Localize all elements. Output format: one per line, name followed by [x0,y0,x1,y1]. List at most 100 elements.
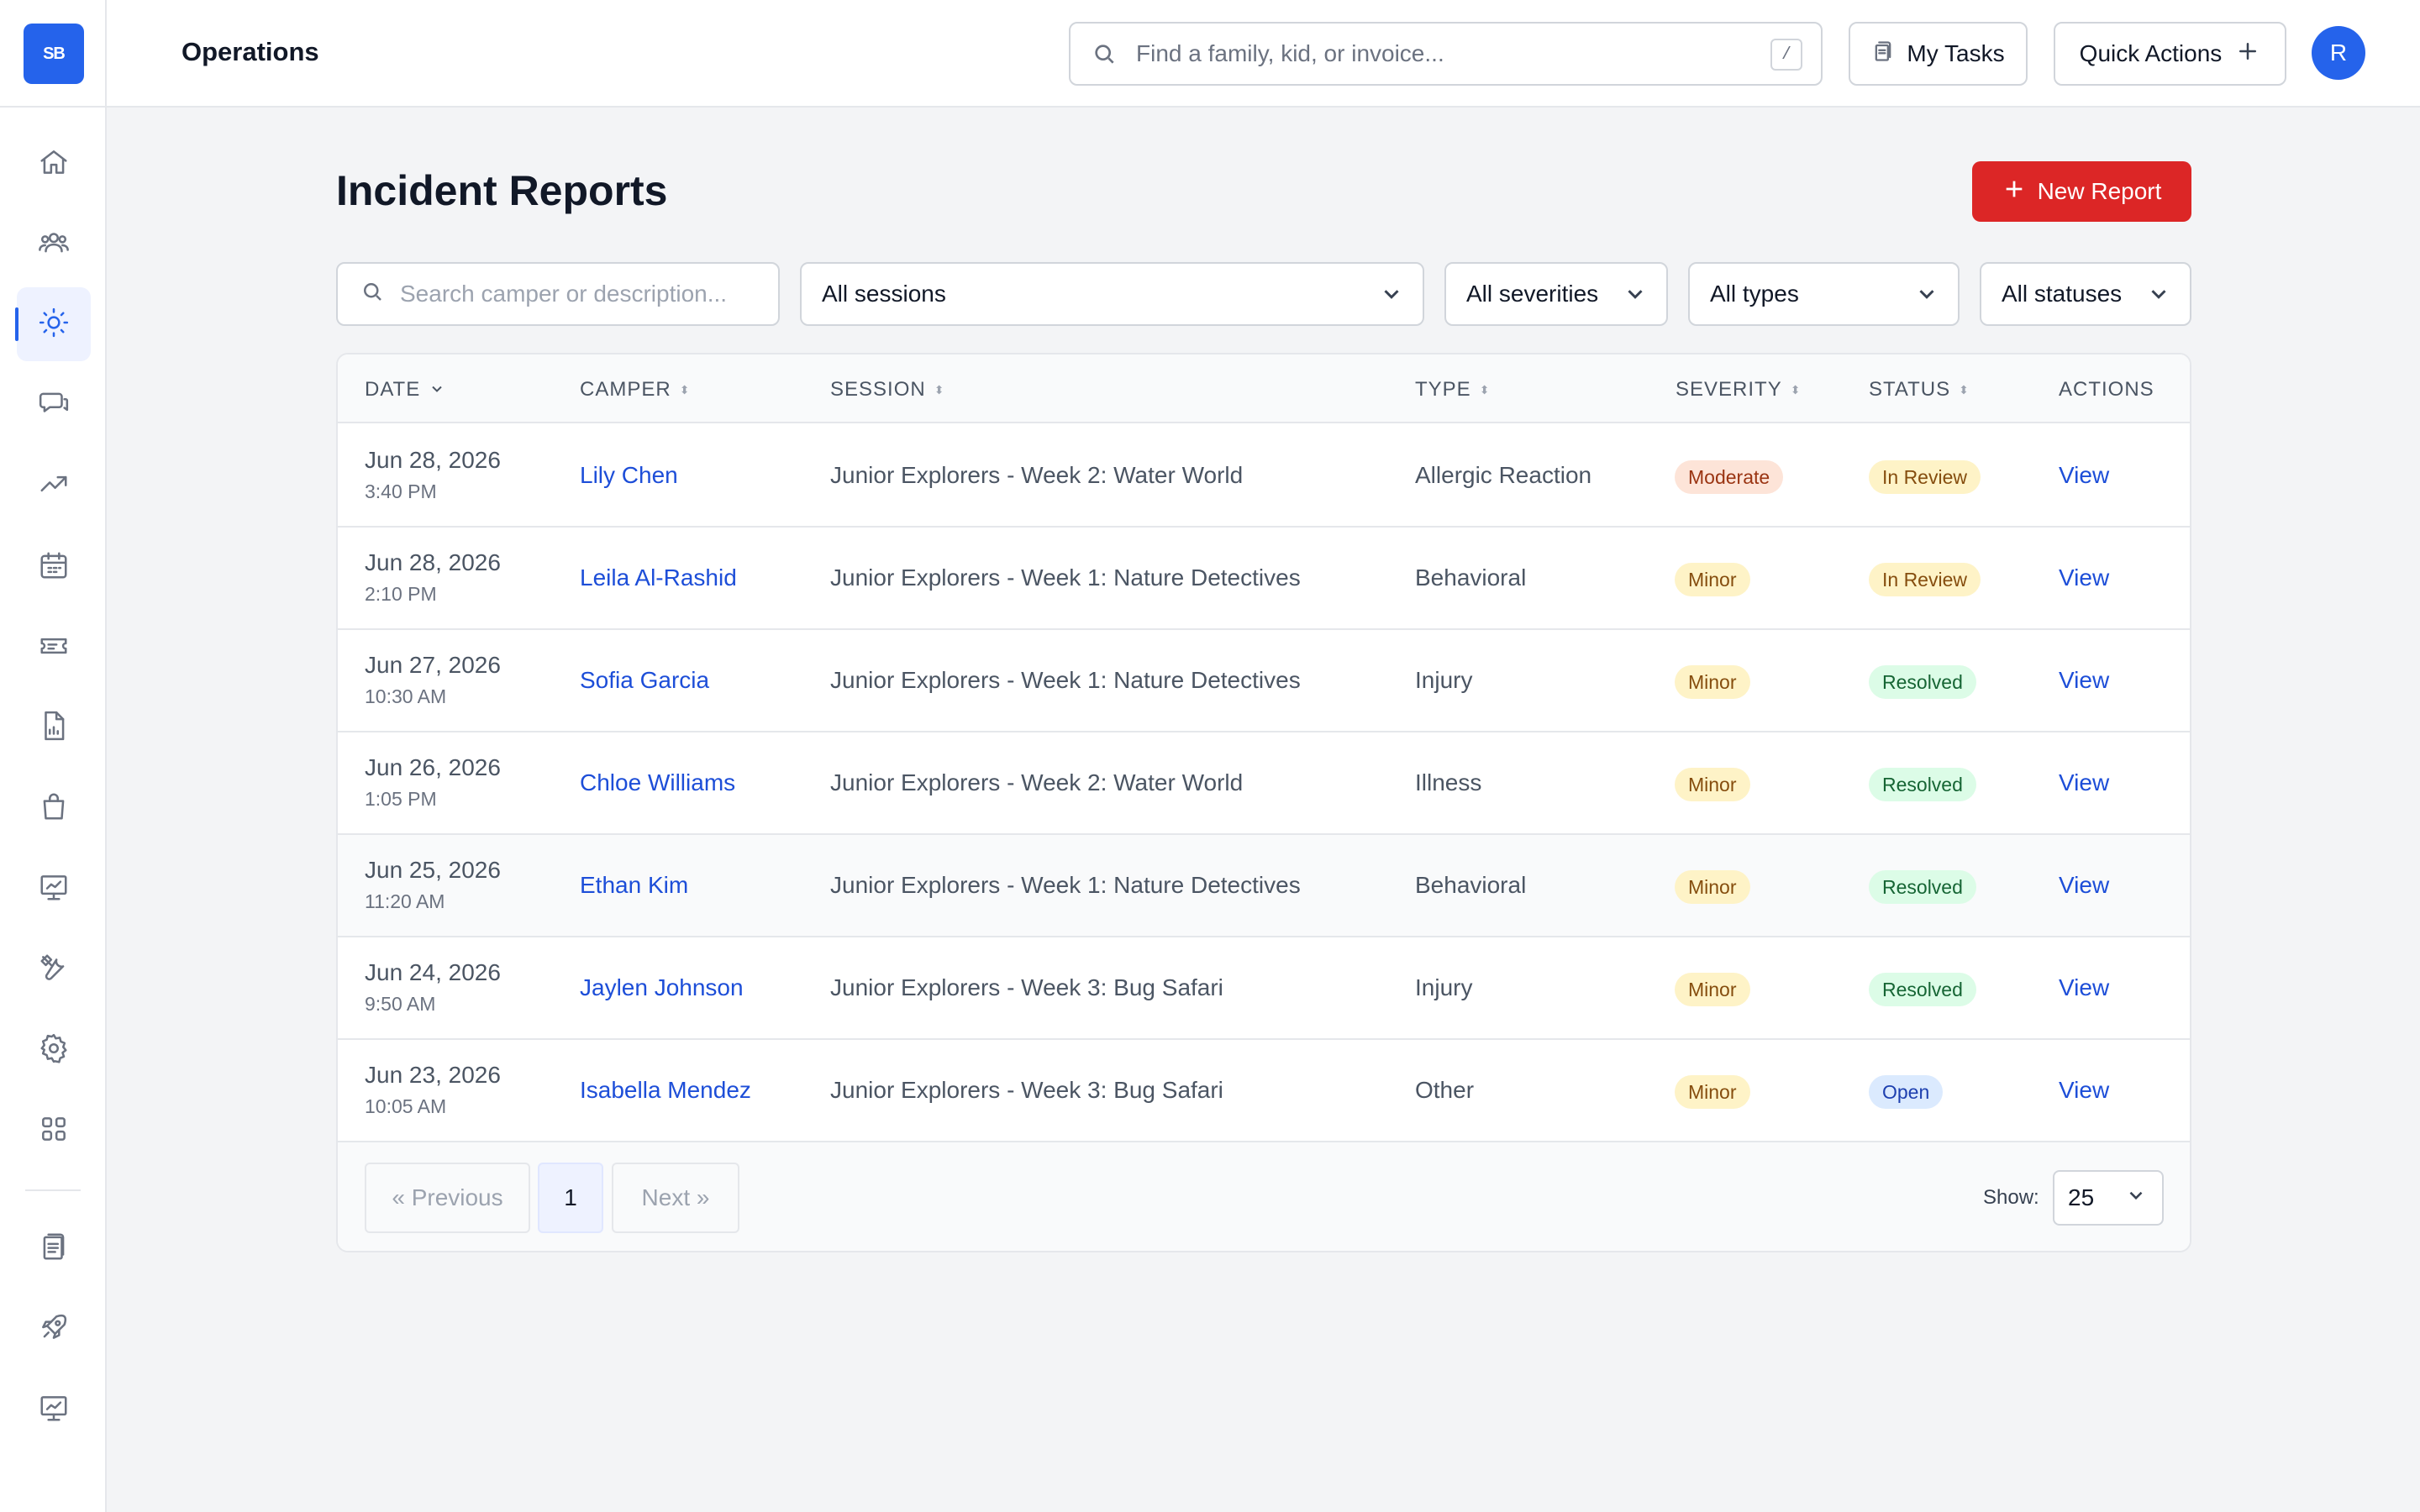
incident-time: 10:05 AM [365,1095,447,1117]
view-link[interactable]: View [2059,462,2109,489]
sessions-filter[interactable]: All sessions [800,262,1424,326]
incident-type: Behavioral [1415,564,1527,591]
page-size-select[interactable]: 25 [2053,1170,2164,1226]
column-header-date[interactable]: DATE [365,378,445,402]
user-avatar[interactable]: R [2312,26,2365,80]
sidebar-item-settings[interactable] [17,1013,91,1087]
table-row: Jun 28, 2026 3:40 PM Lily Chen Junior Explo… [338,425,2190,528]
statuses-filter[interactable]: All statuses [1980,262,2191,326]
app-logo[interactable]: SB [24,24,84,84]
incident-time: 10:30 AM [365,685,447,707]
severity-badge: Minor [1675,665,1750,699]
camper-link[interactable]: Jaylen Johnson [580,974,744,1001]
sidebar-item-tickets[interactable] [17,611,91,685]
sidebar-item-tools[interactable] [17,932,91,1006]
column-header-status-label: STATUS [1869,378,1951,401]
view-link[interactable]: View [2059,769,2109,796]
session-name: Junior Explorers - Week 2: Water World [830,769,1244,795]
incident-date: Jun 27, 2026 [365,652,501,678]
plus-icon [2222,39,2260,70]
incident-time: 2:10 PM [365,583,437,605]
sidebar-divider [25,1189,81,1191]
incident-date: Jun 26, 2026 [365,754,501,780]
apps-grid-icon [38,1113,70,1149]
status-badge: Open [1869,1075,1944,1109]
severities-filter[interactable]: All severities [1444,262,1668,326]
view-link[interactable]: View [2059,1077,2109,1104]
sidebar: SB [0,0,107,1512]
camper-link[interactable]: Isabella Mendez [580,1077,751,1104]
sidebar-item-checklists[interactable] [17,1211,91,1285]
column-header-camper[interactable]: CAMPER ⬍ [580,378,690,402]
incident-type: Injury [1415,974,1473,1000]
clipboard-icon [1871,39,1907,69]
global-search-input[interactable] [1136,40,1741,67]
camper-link[interactable]: Ethan Kim [580,872,688,899]
sort-icon: ⬍ [679,383,691,396]
severities-filter-value: All severities [1466,281,1599,307]
chevron-down-icon [1623,281,1648,307]
global-search[interactable]: / [1069,22,1823,86]
section-title: Operations [182,37,319,66]
sidebar-item-home[interactable] [17,127,91,201]
chat-bubbles-icon [38,387,70,423]
sidebar-item-reports[interactable] [17,690,91,764]
trending-up-icon [38,468,70,504]
column-header-date-label: DATE [365,378,421,401]
new-report-button[interactable]: New Report [1972,161,2191,222]
home-icon [38,146,70,182]
table-row: Jun 25, 2026 11:20 AM Ethan Kim Junior Expl… [338,835,2190,937]
sidebar-item-store[interactable] [17,771,91,845]
column-header-severity-label: SEVERITY [1676,378,1782,401]
previous-page-button[interactable]: « Previous [365,1163,530,1233]
sidebar-item-dashboards[interactable] [17,852,91,926]
camper-link[interactable]: Lily Chen [580,462,678,489]
severity-badge: Minor [1675,973,1750,1006]
incident-type: Injury [1415,667,1473,693]
types-filter[interactable]: All types [1688,262,1960,326]
sidebar-item-calendar[interactable] [17,530,91,604]
incident-type: Other [1415,1077,1475,1103]
sun-icon [38,307,70,343]
camper-search-input[interactable] [400,281,770,307]
column-header-actions-label: ACTIONS [2059,378,2154,401]
status-badge: In Review [1869,460,1981,494]
view-link[interactable]: View [2059,667,2109,694]
table-row: Jun 24, 2026 9:50 AM Jaylen Johnson Junior … [338,937,2190,1040]
incident-time: 9:50 AM [365,993,436,1015]
camper-link[interactable]: Leila Al-Rashid [580,564,737,591]
column-header-severity[interactable]: SEVERITY ⬍ [1676,378,1801,402]
table-row: Jun 28, 2026 2:10 PM Leila Al-Rashid Junior… [338,528,2190,630]
sidebar-item-operations[interactable] [15,287,91,361]
view-link[interactable]: View [2059,974,2109,1001]
camper-search[interactable] [336,262,780,326]
sidebar-item-presentations[interactable] [17,1373,91,1446]
sidebar-item-analytics[interactable] [17,449,91,522]
incident-date: Jun 25, 2026 [365,857,501,883]
camper-link[interactable]: Chloe Williams [580,769,735,796]
column-header-status[interactable]: STATUS ⬍ [1869,378,1970,402]
view-link[interactable]: View [2059,564,2109,591]
sidebar-item-messages[interactable] [17,368,91,442]
quick-actions-button[interactable]: Quick Actions [2054,22,2286,86]
page-1-button[interactable]: 1 [538,1163,603,1233]
camper-link[interactable]: Sofia Garcia [580,667,709,694]
my-tasks-button[interactable]: My Tasks [1849,22,2028,86]
incident-time: 11:20 AM [365,890,445,912]
top-header: Operations / My Tasks Quick Actions R [107,0,2420,108]
page-title: Incident Reports [336,167,668,214]
session-name: Junior Explorers - Week 1: Nature Detect… [830,667,1301,693]
view-link[interactable]: View [2059,872,2109,899]
next-page-button[interactable]: Next » [612,1163,739,1233]
table-header: DATE CAMPER ⬍ SESSION ⬍ TYPE ⬍ SEVERITY … [338,354,2190,423]
users-group-icon [38,226,70,262]
sidebar-item-apps[interactable] [17,1094,91,1168]
sidebar-item-launch[interactable] [17,1292,91,1366]
column-header-type[interactable]: TYPE ⬍ [1415,378,1490,402]
sidebar-item-families[interactable] [17,207,91,281]
sort-icon: ⬍ [1959,383,1970,396]
sessions-filter-value: All sessions [822,281,946,307]
column-header-session[interactable]: SESSION ⬍ [830,378,944,402]
plus-icon [2002,177,2038,207]
session-name: Junior Explorers - Week 3: Bug Safari [830,974,1223,1000]
